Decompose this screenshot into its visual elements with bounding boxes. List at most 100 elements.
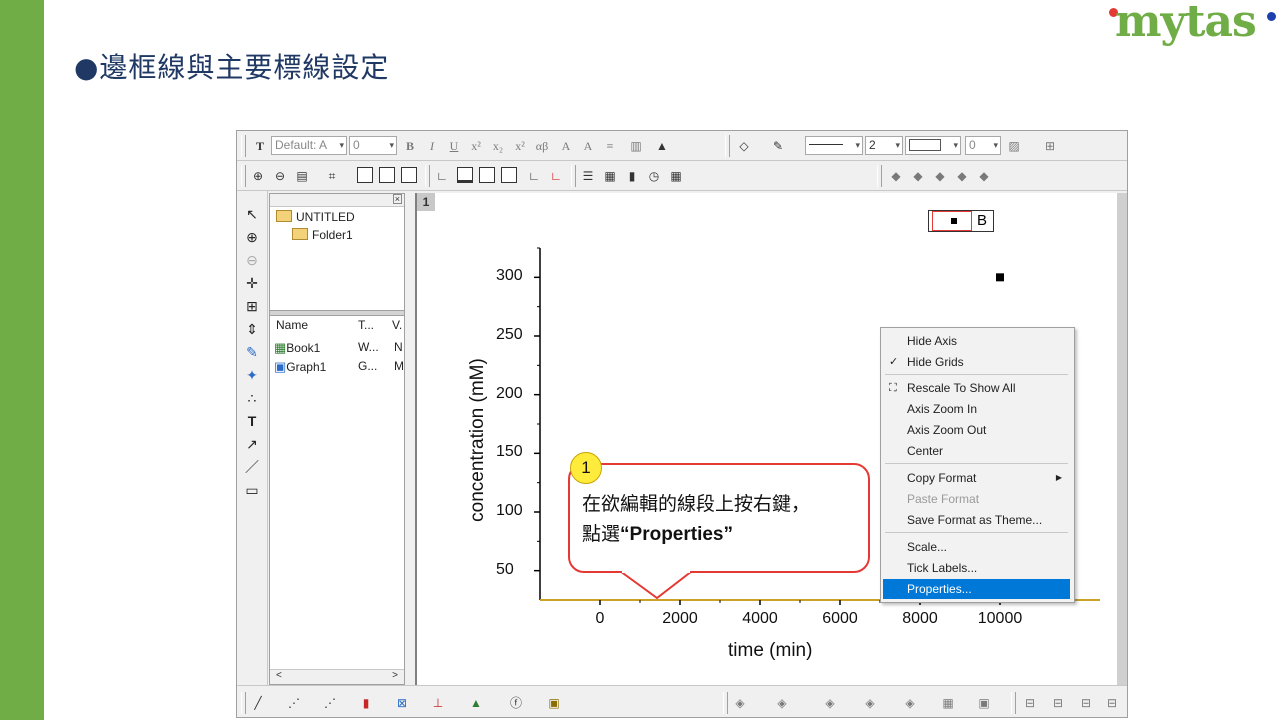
line-width-select[interactable]: 2 ▾ [865,136,903,155]
align-right-icon[interactable]: ⊟ [1049,694,1067,712]
decrease-font-icon[interactable]: A [579,137,597,155]
axis-l-icon[interactable]: ∟ [433,167,451,185]
menu-item-paste-format[interactable]: Paste Format [883,489,1070,509]
toolbar-grip[interactable] [571,165,576,187]
3d-tool-a-icon[interactable]: ◈ [731,694,749,712]
line-color-icon[interactable]: ✎ [769,137,787,155]
font-name-select[interactable]: Default: A ▾ [271,136,347,155]
grid-table-icon[interactable]: ▦ [667,167,685,185]
toolbar-grip[interactable] [425,165,430,187]
horizontal-scrollbar[interactable]: < > [270,669,404,684]
bold-button[interactable]: B [401,137,419,155]
3d-tool-d-icon[interactable]: ◈ [861,694,879,712]
tree-folder1[interactable]: Folder1 [292,228,353,242]
column-header-view[interactable]: V. [392,318,402,332]
pointer-icon[interactable]: ↖ [243,205,261,223]
column-icon[interactable]: ▥ [627,137,645,155]
tree-root[interactable]: UNTITLED [276,210,355,224]
3d-surface-icon[interactable]: ▲ [467,694,485,712]
column-plot-icon[interactable]: ▮ [357,694,375,712]
clock-icon[interactable]: ◷ [645,167,663,185]
scatter-points-icon[interactable]: ∴ [243,389,261,407]
whole-page-icon[interactable]: ▤ [293,167,311,185]
arrow-tool-icon[interactable]: ↗ [243,435,261,453]
menu-item-scale[interactable]: Scale... [883,537,1070,557]
menu-item-center[interactable]: Center [883,441,1070,461]
grid-icon[interactable]: ⊞ [1041,137,1059,155]
tool-c-icon[interactable]: ◆ [931,167,949,185]
align-icon[interactable]: ≡ [601,137,619,155]
list-icon[interactable]: ☰ [579,167,597,185]
tool-e-icon[interactable]: ◆ [975,167,993,185]
menu-item-hide-axis[interactable]: Hide Axis [883,331,1070,351]
line-symbol-icon[interactable]: ⋰ [321,694,339,712]
statistics-plot-icon[interactable]: ⊠ [393,694,411,712]
box-plot-icon[interactable]: ⊥ [429,694,447,712]
data-reader-icon[interactable]: ✛ [243,274,261,292]
table-icon[interactable]: ▦ [601,167,619,185]
italic-button[interactable]: I [423,137,441,155]
legend-box[interactable]: B [928,210,994,232]
template-icon[interactable]: ▣ [545,694,563,712]
text-tool-icon[interactable]: T [243,412,261,430]
line-plot-icon[interactable]: ╱ [249,694,267,712]
zoom-out-page-icon[interactable]: ⊖ [271,167,289,185]
zoom-in-page-icon[interactable]: ⊕ [249,167,267,185]
3d-tool-c-icon[interactable]: ◈ [821,694,839,712]
toolbar-grip[interactable] [723,692,728,714]
font-color-icon[interactable]: ▲ [653,137,671,155]
menu-item-tick-labels[interactable]: Tick Labels... [883,558,1070,578]
tool-b-icon[interactable]: ◆ [909,167,927,185]
line-style-select[interactable]: ▾ [805,136,863,155]
scroll-right-arrow[interactable]: > [392,670,398,681]
align-bottom-icon[interactable]: ⊟ [1103,694,1121,712]
toolbar-grip[interactable] [877,165,882,187]
column-stack-icon[interactable]: ▮ [623,167,641,185]
toolbar-grip[interactable] [241,692,246,714]
function-plot-icon[interactable]: ⓕ [507,694,525,712]
supersub-icon[interactable]: x² [511,137,529,155]
screen-reader-icon[interactable]: ⊞ [243,297,261,315]
superscript-icon[interactable]: x² [467,137,485,155]
scroll-left-arrow[interactable]: < [276,670,282,681]
menu-item-copy-format[interactable]: Copy Format ▶ [883,468,1070,488]
menu-item-save-format-as-theme[interactable]: Save Format as Theme... [883,510,1070,530]
toolbar-grip[interactable] [241,135,246,157]
axis-cross-icon[interactable]: ∟ [525,167,543,185]
explorer-splitter[interactable] [270,310,404,316]
axis-box-icon[interactable] [479,167,495,183]
layer-icon[interactable] [357,167,373,183]
pattern-icon[interactable]: ▨ [1005,137,1023,155]
mask-icon[interactable]: ✦ [243,366,261,384]
increase-font-icon[interactable]: A [557,137,575,155]
draw-data-icon[interactable]: ✎ [243,343,261,361]
align-left-icon[interactable]: ⊟ [1021,694,1039,712]
3d-tool-b-icon[interactable]: ◈ [773,694,791,712]
list-item-graph1[interactable]: ▣Graph1 [274,359,326,375]
menu-item-properties[interactable]: Properties... [883,579,1070,599]
3d-tool-f-icon[interactable]: ▦ [939,694,957,712]
3d-tool-g-icon[interactable]: ▣ [975,694,993,712]
fill-color-icon[interactable]: ◇ [735,137,753,155]
scatter-plot-icon[interactable]: ⋰ [285,694,303,712]
axis-open-icon[interactable] [501,167,517,183]
subscript-icon[interactable]: x₂ [489,137,507,155]
align-top-icon[interactable]: ⊟ [1077,694,1095,712]
3d-tool-e-icon[interactable]: ◈ [901,694,919,712]
layer-number[interactable]: 1 [417,193,435,211]
menu-item-hide-grids[interactable]: Hide Grids ✓ [883,352,1070,372]
rescale-icon[interactable]: ⌗ [323,167,341,185]
menu-item-axis-zoom-in[interactable]: Axis Zoom In [883,399,1070,419]
multi-layer-icon[interactable] [379,167,395,183]
column-header-name[interactable]: Name [276,318,308,332]
tool-d-icon[interactable]: ◆ [953,167,971,185]
data-selector-icon[interactable]: ⇕ [243,320,261,338]
zoom-out-icon[interactable]: ⊖ [243,251,261,269]
line-tool-icon[interactable]: ／ [243,458,261,476]
border-style-select[interactable]: ▾ [905,136,961,155]
axis-frame-icon[interactable] [457,167,473,183]
column-header-type[interactable]: T... [358,318,374,332]
close-icon[interactable]: × [392,194,402,204]
border-size-select[interactable]: 0 ▾ [965,136,1001,155]
merge-graph-icon[interactable] [401,167,417,183]
